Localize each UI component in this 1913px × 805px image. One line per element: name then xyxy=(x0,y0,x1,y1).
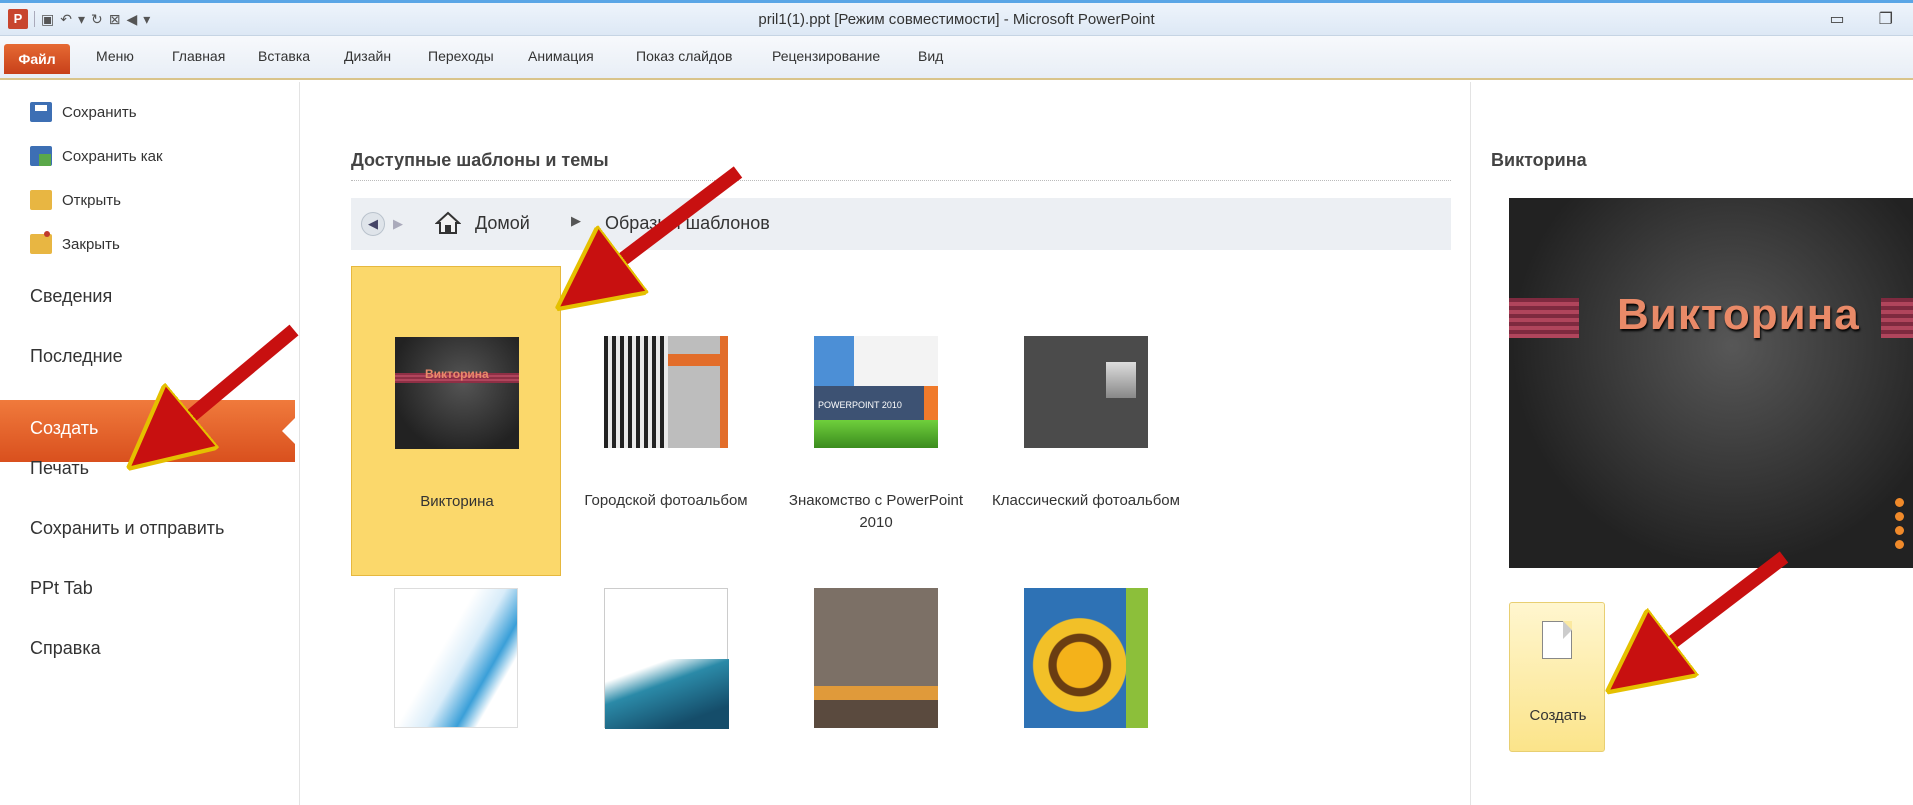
thumb-sidebar xyxy=(720,336,728,448)
ribbon-tabs: Файл Меню Главная Вставка Дизайн Переход… xyxy=(0,36,1913,80)
nav-help[interactable]: Справка xyxy=(30,638,101,659)
template-label-city-album: Городской фотоальбом xyxy=(584,492,748,509)
tab-view[interactable]: Вид xyxy=(918,48,943,64)
thumb-orange-block xyxy=(924,386,938,420)
thumb-title: POWERPOINT 2010 xyxy=(818,400,902,410)
nav-save-send[interactable]: Сохранить и отправить xyxy=(30,518,224,539)
tab-file[interactable]: Файл xyxy=(4,44,70,74)
thumb-wave xyxy=(605,659,729,729)
template-label-quiz: Викторина xyxy=(420,493,494,510)
nav-recent[interactable]: Последние xyxy=(30,346,123,367)
tab-transitions[interactable]: Переходы xyxy=(428,48,494,64)
tab-home[interactable]: Главная xyxy=(172,48,225,64)
restore-icon[interactable]: ❐ xyxy=(1879,9,1893,29)
template-thumb-classic-album xyxy=(1024,336,1148,448)
create-button[interactable]: Создать xyxy=(1509,602,1605,752)
template-tile-intro-ppt[interactable]: POWERPOINT 2010 Знакомство с PowerPoint … xyxy=(771,266,981,576)
nav-close[interactable]: Закрыть xyxy=(30,231,120,254)
template-label-classic-album: Классический фотоальбом xyxy=(992,492,1180,509)
template-tile-quiz[interactable]: Викторина Викторина xyxy=(351,266,561,576)
preview-title: Викторина xyxy=(1491,150,1587,170)
thumb-title-band: POWERPOINT 2010 xyxy=(814,386,924,420)
template-thumb-quiz: Викторина xyxy=(395,337,519,449)
folder-open-icon xyxy=(30,190,52,210)
nav-close-label: Закрыть xyxy=(62,235,120,253)
section-title: Доступные шаблоны и темы xyxy=(351,150,609,170)
new-document-icon xyxy=(1542,621,1572,659)
back-icon[interactable]: ◀ xyxy=(361,212,385,236)
nav-info[interactable]: Сведения xyxy=(30,286,112,307)
nav-save-as-label: Сохранить как xyxy=(62,147,163,165)
tab-slideshow[interactable]: Показ слайдов xyxy=(636,48,732,64)
folder-close-icon xyxy=(30,231,52,254)
backstage-nav: Сохранить Сохранить как Открыть Закрыть … xyxy=(0,82,300,805)
nav-open-label: Открыть xyxy=(62,191,121,209)
nav-new-active[interactable]: Создать xyxy=(0,400,295,462)
nav-print[interactable]: Печать xyxy=(30,458,89,479)
nav-new-label: Создать xyxy=(30,418,99,438)
template-thumb-row2-2[interactable] xyxy=(604,588,729,729)
thumb-grass xyxy=(814,420,938,448)
template-tile-city-album[interactable]: Городской фотоальбом xyxy=(561,266,771,576)
breadcrumb-home[interactable]: Домой xyxy=(475,213,530,234)
nav-save[interactable]: Сохранить xyxy=(30,102,137,122)
preview-pane: Викторина Викторина Создать xyxy=(1470,82,1913,805)
template-thumb-city-album xyxy=(604,336,728,448)
save-icon xyxy=(30,102,52,122)
template-thumb-row2-4[interactable] xyxy=(1024,588,1148,728)
title-bar: P ▣ ↶ ▾ ↻ ⊠ ◀ ▾ pril1(1).ppt [Режим совм… xyxy=(0,3,1913,36)
tab-menu[interactable]: Меню xyxy=(96,48,134,64)
window-title: pril1(1).ppt [Режим совместимости] - Mic… xyxy=(758,11,1155,28)
minimize-icon[interactable]: ▭ xyxy=(1830,9,1845,29)
template-thumb-row2-1[interactable] xyxy=(394,588,518,728)
nav-ppt-tab[interactable]: PPt Tab xyxy=(30,578,93,599)
tab-insert[interactable]: Вставка xyxy=(258,48,310,64)
template-preview: Викторина xyxy=(1509,198,1913,568)
tab-design[interactable]: Дизайн xyxy=(344,48,391,64)
template-tile-classic-album[interactable]: Классический фотоальбом xyxy=(981,266,1191,576)
preview-band-right xyxy=(1881,298,1913,338)
tab-animations[interactable]: Анимация xyxy=(528,48,594,64)
divider xyxy=(351,180,1451,181)
preview-dots xyxy=(1895,498,1905,554)
nav-save-as[interactable]: Сохранить как xyxy=(30,146,163,166)
thumb-photo xyxy=(604,336,668,448)
home-icon[interactable] xyxy=(435,210,461,236)
tab-review[interactable]: Рецензирование xyxy=(772,48,880,64)
template-breadcrumb-bar: ◀ ▶ Домой ▶ Образцы шаблонов xyxy=(351,198,1451,250)
nav-save-label: Сохранить xyxy=(62,103,137,121)
save-as-icon xyxy=(30,146,52,166)
preview-slide-title: Викторина xyxy=(1617,290,1860,339)
create-button-label: Создать xyxy=(1529,707,1587,724)
breadcrumb-current: Образцы шаблонов xyxy=(605,213,770,233)
breadcrumb-separator-icon: ▶ xyxy=(571,213,581,228)
forward-icon[interactable]: ▶ xyxy=(393,212,403,236)
template-label-intro-ppt: Знакомство с PowerPoint 2010 xyxy=(788,492,964,531)
thumb-title: Викторина xyxy=(425,367,489,381)
templates-pane: Доступные шаблоны и темы ◀ ▶ Домой ▶ Обр… xyxy=(301,82,1469,805)
thumb-photo xyxy=(1106,362,1136,398)
template-thumb-intro-ppt: POWERPOINT 2010 xyxy=(814,336,938,448)
nav-open[interactable]: Открыть xyxy=(30,190,121,210)
template-thumb-row2-3[interactable] xyxy=(814,588,938,728)
window-controls: ▭ ❐ xyxy=(1830,9,1893,29)
preview-band-left xyxy=(1509,298,1579,338)
thumb-blue-block xyxy=(814,336,854,386)
thumb-sidebar xyxy=(1126,588,1148,728)
thumb-header xyxy=(668,354,728,366)
